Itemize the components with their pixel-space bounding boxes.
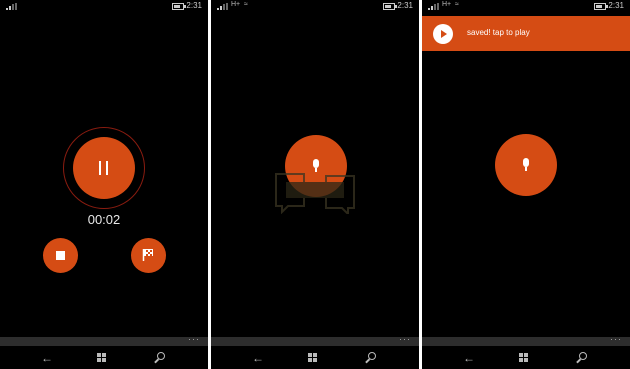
flag-button[interactable] [131, 238, 166, 273]
pause-icon [99, 161, 101, 175]
battery-icon [594, 3, 608, 10]
app-bar: ··· [0, 334, 208, 346]
back-icon[interactable]: ← [40, 351, 54, 365]
phone-screen-saved: H+ ≈ 2:31 saved! tap to play ··· ← [422, 0, 630, 369]
record-button[interactable] [495, 134, 557, 196]
play-icon[interactable] [433, 24, 453, 44]
network-type: H+ [442, 1, 452, 8]
battery-icon [383, 3, 397, 10]
back-icon[interactable]: ← [251, 351, 265, 365]
signal-icon [217, 3, 228, 10]
pause-button[interactable] [73, 137, 135, 199]
status-time: 2:31 [397, 1, 413, 10]
status-bar: 2:31 [0, 0, 208, 12]
nav-bar: ← [0, 346, 208, 369]
flag-icon [142, 249, 153, 261]
app-bar: ··· [422, 334, 630, 346]
mic-icon [523, 158, 529, 167]
status-bar: H+ ≈ 2:31 [211, 0, 419, 12]
mic-icon [313, 159, 319, 168]
phone-screen-recording: 2:31 00:02 ··· ← [0, 0, 208, 369]
battery-icon [172, 3, 186, 10]
signal-icon [6, 3, 17, 10]
search-icon[interactable] [365, 351, 379, 365]
stop-button[interactable] [43, 238, 78, 273]
saved-toast[interactable]: saved! tap to play [422, 16, 630, 51]
nav-bar: ← [422, 346, 630, 369]
search-icon[interactable] [154, 351, 168, 365]
wifi-icon: ≈ [244, 1, 248, 8]
windows-icon[interactable] [97, 351, 111, 365]
status-time: 2:31 [186, 1, 202, 10]
recording-timer: 00:02 [87, 212, 121, 227]
more-button[interactable]: ··· [610, 334, 622, 344]
more-button[interactable]: ··· [188, 334, 200, 344]
nav-bar: ← [211, 346, 419, 369]
status-time: 2:31 [608, 1, 624, 10]
wifi-icon: ≈ [455, 1, 459, 8]
more-button[interactable]: ··· [399, 334, 411, 344]
watermark-logo [275, 173, 355, 214]
search-icon[interactable] [576, 351, 590, 365]
network-type: H+ [231, 1, 241, 8]
app-bar: ··· [211, 334, 419, 346]
windows-icon[interactable] [519, 351, 533, 365]
back-icon[interactable]: ← [462, 351, 476, 365]
signal-icon [428, 3, 439, 10]
status-bar: H+ ≈ 2:31 [422, 0, 630, 12]
stop-icon [56, 251, 65, 260]
windows-icon[interactable] [308, 351, 322, 365]
toast-message: saved! tap to play [467, 28, 530, 37]
